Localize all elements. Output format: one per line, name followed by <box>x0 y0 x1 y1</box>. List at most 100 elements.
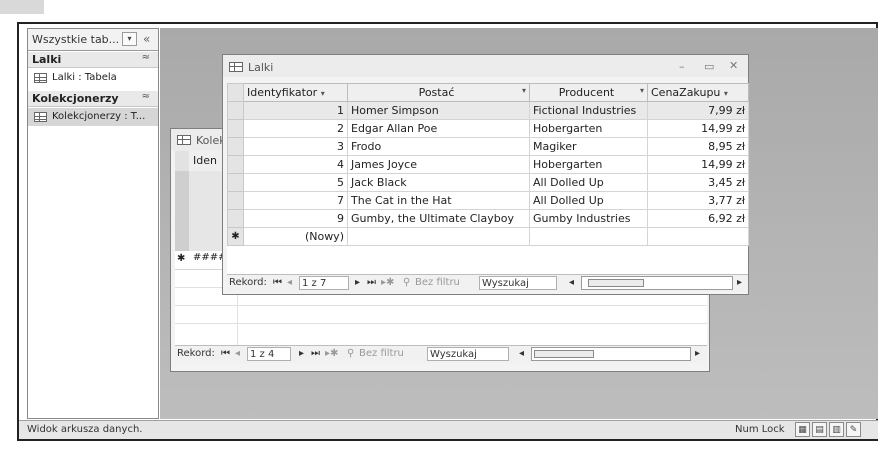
row-selector[interactable] <box>227 173 244 192</box>
datasheet-view-icon[interactable]: ▦ <box>795 422 810 437</box>
cell-identyfikator[interactable]: 2 <box>243 119 348 138</box>
column-header-producent[interactable]: Producent ▾ <box>529 83 648 102</box>
cell-cenazakupu[interactable]: 6,92 zł <box>647 209 749 228</box>
scroll-left-icon[interactable]: ◂ <box>519 348 524 359</box>
cell-cenazakupu[interactable]: 7,99 zł <box>647 101 749 120</box>
minimize-icon[interactable]: – <box>679 60 685 73</box>
scroll-right-icon[interactable]: ▸ <box>695 348 700 359</box>
nav-title[interactable]: Wszystkie tab... <box>32 33 119 46</box>
nav-group-lalki[interactable]: Lalki ≈ <box>28 52 158 68</box>
cell-postac[interactable]: Frodo <box>347 137 530 156</box>
nav-collapse-icon[interactable]: « <box>143 32 150 46</box>
cell-empty[interactable] <box>647 227 749 246</box>
column-dropdown-icon[interactable]: ▾ <box>522 86 526 95</box>
select-all-corner[interactable] <box>227 83 244 102</box>
cell-cenazakupu[interactable]: 14,99 zł <box>647 155 749 174</box>
cell-producent[interactable]: All Dolled Up <box>529 191 648 210</box>
prev-record-icon[interactable]: ◂ <box>287 277 292 288</box>
record-position-field[interactable]: 1 z 7 <box>299 276 349 290</box>
pivotchart-view-icon[interactable]: ▥ <box>829 422 844 437</box>
table-row[interactable]: 1 Homer Simpson Fictional Industries 7,9… <box>227 101 749 120</box>
nav-item-lalki-table[interactable]: Lalki : Tabela <box>28 69 158 87</box>
scrollbar-thumb[interactable] <box>534 350 594 358</box>
column-header-identyfikator[interactable]: Identyfikator ▾ <box>243 83 348 102</box>
cell-postac[interactable]: Jack Black <box>347 173 530 192</box>
lalki-table[interactable]: Identyfikator ▾ Postać ▾ Producent ▾ Cen… <box>227 83 749 246</box>
first-record-icon[interactable]: ⏮ <box>221 348 230 359</box>
cell-identyfikator[interactable]: 7 <box>243 191 348 210</box>
cell-identyfikator[interactable]: 1 <box>243 101 348 120</box>
row-selector[interactable] <box>227 209 244 228</box>
column-header-postac[interactable]: Postać ▾ <box>347 83 530 102</box>
row-selectors[interactable] <box>175 171 189 251</box>
scrollbar-thumb[interactable] <box>588 279 644 287</box>
cell-postac[interactable]: Homer Simpson <box>347 101 530 120</box>
cell-empty[interactable] <box>529 227 648 246</box>
cell-producent[interactable]: Hobergarten <box>529 155 648 174</box>
last-record-icon[interactable]: ⏭ <box>367 277 376 288</box>
cell-new-record[interactable]: (Nowy) <box>243 227 348 246</box>
nav-dropdown-icon[interactable]: ▾ <box>122 32 137 46</box>
pivottable-view-icon[interactable]: ▤ <box>812 422 827 437</box>
last-record-icon[interactable]: ⏭ <box>311 348 320 359</box>
cell-empty[interactable] <box>347 227 530 246</box>
horizontal-scrollbar[interactable] <box>531 347 691 361</box>
next-record-icon[interactable]: ▸ <box>355 277 360 288</box>
column-dropdown-icon[interactable]: ▾ <box>640 86 644 95</box>
filter-icon[interactable]: ⚲ <box>347 348 354 359</box>
nav-header[interactable]: Wszystkie tab... ▾ « <box>28 29 158 51</box>
cell-identyfikator[interactable]: 3 <box>243 137 348 156</box>
maximize-icon[interactable]: ▭ <box>704 60 714 73</box>
cell-cenazakupu[interactable]: 3,77 zł <box>647 191 749 210</box>
new-record-nav-icon[interactable]: ▸✱ <box>325 348 338 359</box>
row-selector[interactable] <box>227 155 244 174</box>
row-selector[interactable] <box>227 191 244 210</box>
select-all-corner[interactable] <box>175 151 189 171</box>
cell-postac[interactable]: The Cat in the Hat <box>347 191 530 210</box>
group-collapse-icon[interactable]: ≈ <box>142 52 150 63</box>
table-row[interactable]: 2 Edgar Allan Poe Hobergarten 14,99 zł <box>227 119 749 138</box>
window-titlebar[interactable]: Lalki – ▭ ✕ <box>223 55 748 77</box>
cell-producent[interactable]: Hobergarten <box>529 119 648 138</box>
table-row[interactable]: 7 The Cat in the Hat All Dolled Up 3,77 … <box>227 191 749 210</box>
search-field[interactable]: Wyszukaj <box>479 276 557 290</box>
prev-record-icon[interactable]: ◂ <box>235 348 240 359</box>
cell-producent[interactable]: Magiker <box>529 137 648 156</box>
lalki-window[interactable]: Lalki – ▭ ✕ Identyfikator ▾ Postać ▾ Pro… <box>222 54 749 295</box>
first-record-icon[interactable]: ⏮ <box>273 277 282 288</box>
scroll-left-icon[interactable]: ◂ <box>569 277 574 288</box>
cell-cenazakupu[interactable]: 8,95 zł <box>647 137 749 156</box>
new-record-row[interactable]: ✱ (Nowy) <box>227 227 749 246</box>
row-selector[interactable] <box>227 137 244 156</box>
row-selector[interactable] <box>227 101 244 120</box>
cell-postac[interactable]: Edgar Allan Poe <box>347 119 530 138</box>
cell-producent[interactable]: Gumby Industries <box>529 209 648 228</box>
cell-producent[interactable]: Fictional Industries <box>529 101 648 120</box>
search-field[interactable]: Wyszukaj <box>427 347 509 361</box>
table-row[interactable]: 9 Gumby, the Ultimate Clayboy Gumby Indu… <box>227 209 749 228</box>
new-record-nav-icon[interactable]: ▸✱ <box>381 277 394 288</box>
filter-icon[interactable]: ⚲ <box>403 277 410 288</box>
column-header-cenazakupu[interactable]: CenaZakupu ▾ <box>647 83 749 102</box>
cell-postac[interactable]: Gumby, the Ultimate Clayboy <box>347 209 530 228</box>
group-collapse-icon[interactable]: ≈ <box>142 91 150 102</box>
cell-cenazakupu[interactable]: 3,45 zł <box>647 173 749 192</box>
cell-identyfikator[interactable]: 5 <box>243 173 348 192</box>
filter-status[interactable]: Bez filtru <box>415 277 460 288</box>
horizontal-scrollbar[interactable] <box>581 276 733 290</box>
filter-status[interactable]: Bez filtru <box>359 348 404 359</box>
nav-group-kolekcjonerzy[interactable]: Kolekcjonerzy ≈ <box>28 91 158 107</box>
next-record-icon[interactable]: ▸ <box>299 348 304 359</box>
cell-identyfikator[interactable]: 4 <box>243 155 348 174</box>
table-row[interactable]: 5 Jack Black All Dolled Up 3,45 zł <box>227 173 749 192</box>
record-position-field[interactable]: 1 z 4 <box>247 347 291 361</box>
cell-identyfikator[interactable]: 9 <box>243 209 348 228</box>
row-selector[interactable] <box>227 119 244 138</box>
cell-cenazakupu[interactable]: 14,99 zł <box>647 119 749 138</box>
table-row[interactable]: 3 Frodo Magiker 8,95 zł <box>227 137 749 156</box>
nav-item-kolekcjonerzy-table[interactable]: Kolekcjonerzy : T... <box>28 108 158 126</box>
cell-producent[interactable]: All Dolled Up <box>529 173 648 192</box>
column-dropdown-icon[interactable]: ▾ <box>321 89 325 98</box>
design-view-icon[interactable]: ✎ <box>846 422 861 437</box>
close-icon[interactable]: ✕ <box>729 59 738 72</box>
